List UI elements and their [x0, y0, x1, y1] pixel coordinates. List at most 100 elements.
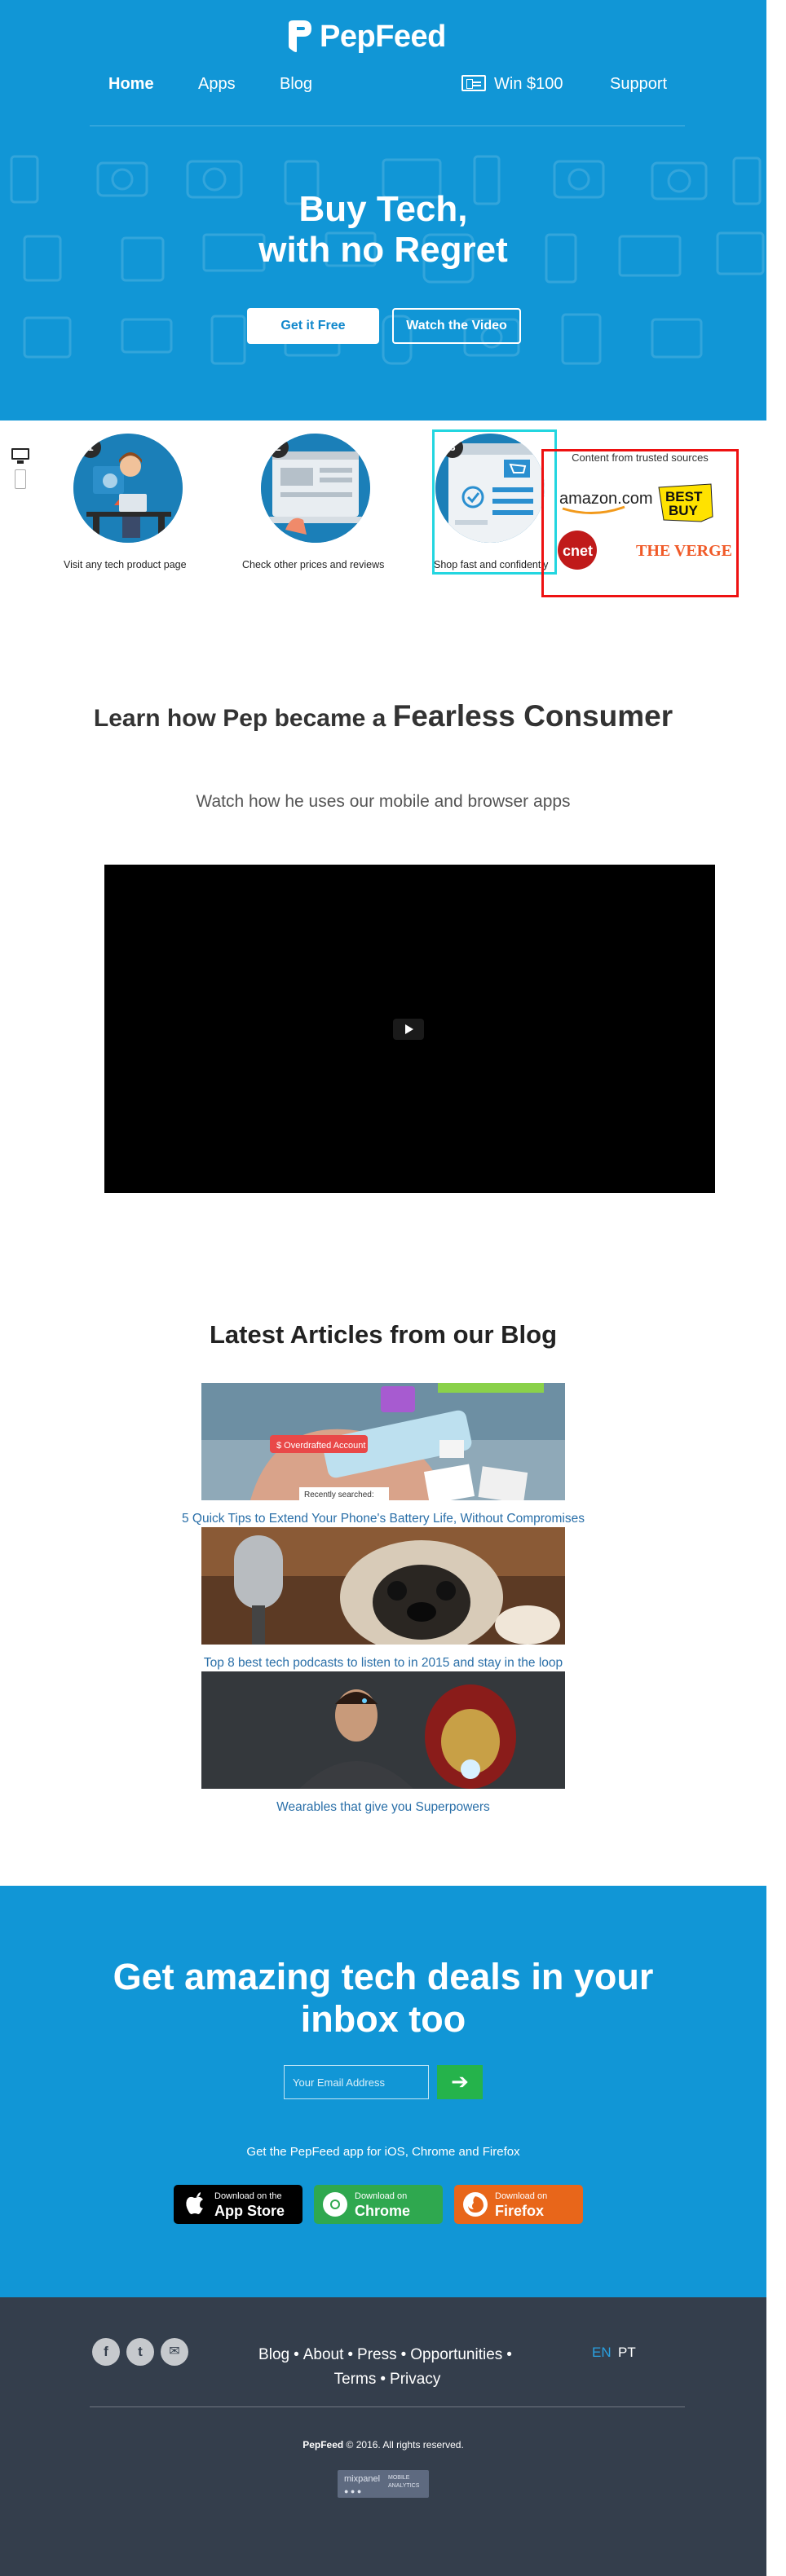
step-2-caption: Check other prices and reviews: [242, 559, 385, 570]
copyright-text: © 2016. All rights reserved.: [346, 2439, 464, 2451]
article-1-link[interactable]: 5 Quick Tips to Extend Your Phone's Batt…: [0, 1512, 766, 1526]
best-buy-logo: BEST BUY: [658, 483, 713, 522]
copyright-brand: PepFeed: [302, 2439, 344, 2451]
nav-support-link[interactable]: Support: [610, 75, 667, 94]
copyright: PepFeed © 2016. All rights reserved.: [0, 2439, 766, 2451]
brand-logo[interactable]: PepFeed: [285, 16, 446, 57]
desktop-view-icon[interactable]: [11, 448, 29, 464]
get-app-text: Get the PepFeed app for iOS, Chrome and …: [246, 2145, 520, 2159]
language-pt[interactable]: PT: [618, 2345, 636, 2361]
chrome-store-small: Download on: [355, 2191, 408, 2201]
article-3-image[interactable]: [201, 1671, 565, 1789]
footer-link-blog[interactable]: Blog: [258, 2346, 289, 2363]
hero-title-line2: with no Regret: [258, 230, 508, 270]
article-1-img-text-1: $ Overdrafted Account: [276, 1441, 365, 1451]
footer-link-opportunities[interactable]: Opportunities: [410, 2346, 502, 2363]
brand-name: PepFeed: [320, 19, 446, 54]
article-2-link[interactable]: Top 8 best tech podcasts to listen to in…: [0, 1656, 766, 1671]
newsletter-title-line2: inbox too: [300, 1998, 466, 2040]
nav-win-link[interactable]: Win $100: [461, 75, 563, 94]
footer-link-about[interactable]: About: [303, 2346, 344, 2363]
fearless-subtitle: Watch how he uses our mobile and browser…: [196, 792, 571, 811]
footer-separator: •: [294, 2346, 299, 2363]
newsletter-section: Get amazing tech deals in your inbox too…: [0, 1886, 766, 2297]
device-pattern-background: [10, 155, 765, 365]
phone-hand-photo: $ Overdrafted Account Recently searched:: [201, 1383, 565, 1500]
mixpanel-name: mixpanel: [344, 2474, 381, 2484]
article-3-link[interactable]: Wearables that give you Superpowers: [0, 1800, 766, 1815]
firefox-icon: [463, 2192, 488, 2217]
hero-title: Buy Tech, with no Regret: [0, 189, 766, 271]
chrome-icon: [323, 2192, 347, 2217]
footer-separator: •: [506, 2346, 512, 2363]
app-store-button[interactable]: Download on the App Store: [174, 2185, 302, 2224]
nav-win-label: Win $100: [494, 75, 563, 93]
email-icon[interactable]: ✉: [161, 2338, 188, 2366]
play-icon[interactable]: [393, 1019, 424, 1040]
chrome-store-button[interactable]: Download on Chrome: [314, 2185, 443, 2224]
hero-title-line1: Buy Tech,: [298, 189, 468, 229]
mixpanel-mobile: MOBILE: [388, 2475, 410, 2481]
ticket-icon: [461, 75, 486, 91]
hero-section: PepFeed Home Apps Blog Win $100 Support …: [0, 0, 766, 421]
nav-blog-link[interactable]: Blog: [280, 75, 312, 94]
fearless-heading: Learn how Pep became a Fearless Consumer: [0, 699, 766, 733]
pepfeed-logo-icon: [289, 20, 311, 52]
footer-link-privacy[interactable]: Privacy: [390, 2371, 440, 2388]
language-en[interactable]: EN: [592, 2345, 612, 2361]
apple-icon: [186, 2192, 203, 2214]
step-1-illustration: 1: [73, 434, 183, 543]
app-store-big: App Store: [214, 2203, 285, 2219]
footer-divider: [90, 2406, 685, 2407]
nav-home-link[interactable]: Home: [108, 75, 154, 94]
step-1-number: 1: [80, 437, 101, 458]
email-submit-button[interactable]: ➔: [437, 2065, 483, 2099]
fearless-lead: Learn how Pep became a: [93, 705, 386, 732]
video-player[interactable]: [104, 865, 715, 1193]
fearless-emphasis: Fearless Consumer: [392, 699, 673, 733]
mobile-view-icon[interactable]: [15, 469, 26, 489]
footer-link-press[interactable]: Press: [357, 2346, 397, 2363]
footer-separator: •: [400, 2346, 407, 2363]
facebook-icon[interactable]: f: [92, 2338, 120, 2366]
footer: f t ✉ Blog • About • Press • Opportunities • Te…: [0, 2297, 766, 2576]
nav-divider: [90, 125, 685, 126]
step-2-number: 2: [267, 437, 289, 458]
mixpanel-badge[interactable]: mixpanel MOBILE ANALYTICS ● ● ●: [338, 2470, 429, 2498]
cnet-logo: cnet: [558, 531, 597, 570]
the-verge-logo: THE VERGE: [636, 542, 732, 560]
newsletter-title-line1: Get amazing tech deals in your: [113, 1956, 654, 1997]
firefox-store-small: Download on: [495, 2191, 548, 2201]
step-1: 1: [73, 434, 183, 543]
mixpanel-dots-icon: ● ● ●: [344, 2487, 362, 2495]
email-input[interactable]: [284, 2065, 429, 2099]
svg-text:cnet: cnet: [563, 543, 593, 559]
article-1-img-text-2: Recently searched:: [304, 1491, 374, 1499]
nav-apps-link[interactable]: Apps: [198, 75, 236, 94]
step-2-illustration: 2: [261, 434, 370, 543]
app-store-small: Download on the: [214, 2191, 282, 2201]
footer-separator: •: [347, 2346, 354, 2363]
firefox-store-button[interactable]: Download on Firefox: [454, 2185, 583, 2224]
twitter-icon[interactable]: t: [126, 2338, 154, 2366]
get-it-free-button[interactable]: Get it Free: [247, 308, 379, 344]
article-2-image[interactable]: [201, 1527, 565, 1645]
blog-section-title: Latest Articles from our Blog: [209, 1320, 558, 1349]
footer-separator: •: [380, 2371, 386, 2388]
watch-video-button[interactable]: Watch the Video: [392, 308, 521, 344]
step-1-caption: Visit any tech product page: [64, 559, 187, 570]
newsletter-title: Get amazing tech deals in your inbox too: [0, 1956, 766, 2041]
article-1-image[interactable]: $ Overdrafted Account Recently searched:: [201, 1383, 565, 1500]
mixpanel-analytics: ANALYTICS: [388, 2483, 420, 2489]
svg-text:BUY: BUY: [669, 503, 699, 518]
pug-microphone-photo: [201, 1527, 565, 1645]
iron-man-photo: [201, 1671, 565, 1789]
trusted-sources-logos: amazon.com BEST BUY cnet THE VERGE: [558, 483, 732, 570]
amazon-logo: amazon.com: [559, 490, 653, 508]
trusted-sources-label: Content from trusted sources: [572, 451, 709, 464]
firefox-store-big: Firefox: [495, 2203, 545, 2219]
footer-link-terms[interactable]: Terms: [334, 2371, 377, 2388]
chrome-store-big: Chrome: [355, 2203, 411, 2219]
footer-links: Blog • About • Press • Opportunities • Terms • Pr…: [236, 2343, 538, 2392]
step-3-number: 3: [442, 437, 463, 458]
